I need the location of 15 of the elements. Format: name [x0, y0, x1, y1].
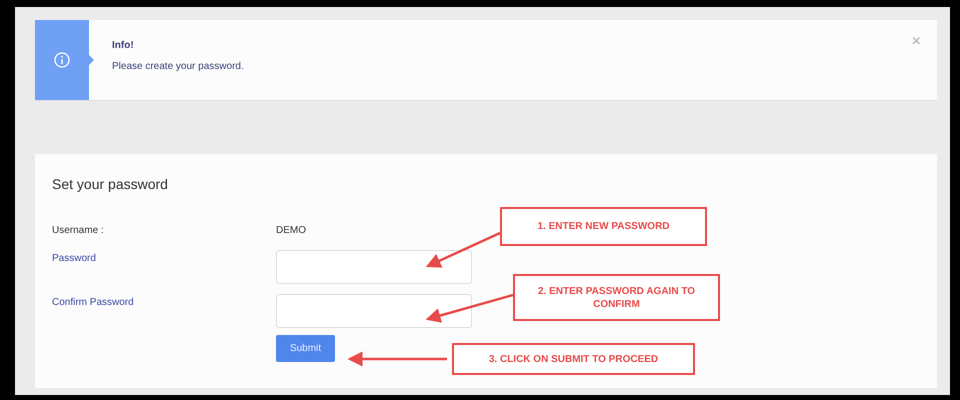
annotation-callout: 1. ENTER NEW PASSWORD	[500, 207, 707, 246]
info-icon	[54, 52, 70, 68]
alert-title: Info!	[112, 40, 135, 51]
annotation-callout: 3. CLICK ON SUBMIT TO PROCEED	[452, 343, 695, 375]
alert-message: Please create your password.	[112, 61, 245, 72]
field-label: Password	[52, 252, 97, 264]
close-button[interactable]: ×	[912, 34, 921, 50]
password-field[interactable]	[276, 294, 472, 328]
submit-button[interactable]: Submit	[276, 335, 335, 362]
card-title: Set your password	[52, 176, 169, 192]
field-label: Confirm Password	[52, 296, 135, 308]
username-label: Username :	[52, 224, 105, 236]
password-field[interactable]	[276, 250, 472, 284]
username-value: DEMO	[276, 224, 307, 236]
annotation-callout: 2. ENTER PASSWORD AGAIN TO CONFIRM	[513, 274, 720, 321]
